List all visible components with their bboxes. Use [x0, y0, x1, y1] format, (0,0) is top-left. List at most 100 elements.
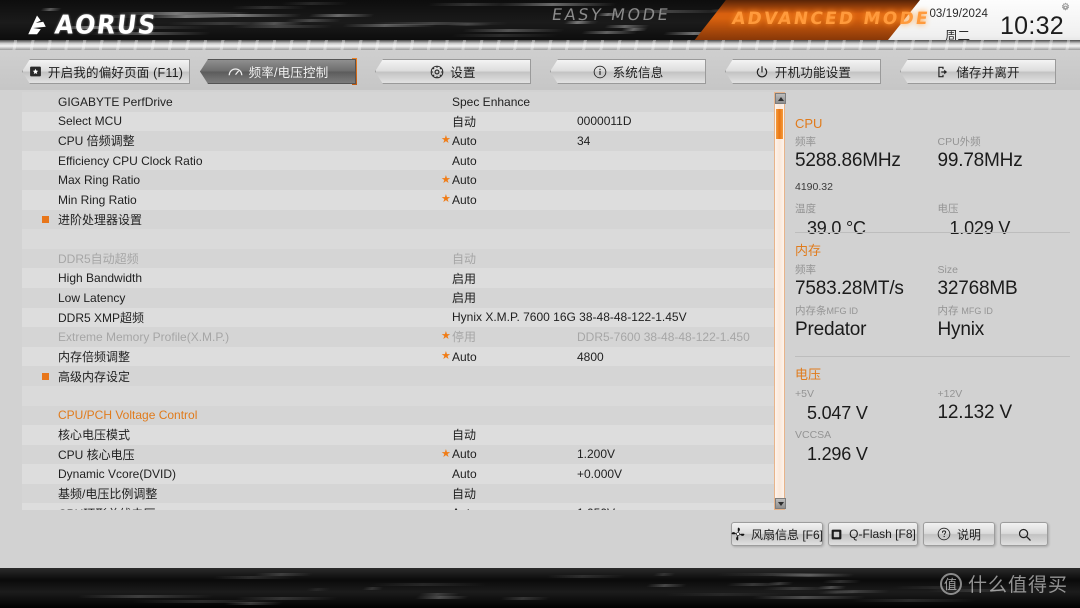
tab-save-exit[interactable]: 储存并离开 [900, 59, 1056, 84]
favorite-star-icon[interactable]: ★ [441, 135, 451, 146]
setting-value[interactable]: Auto [452, 193, 477, 207]
settings-row[interactable]: CPU 核心电压 ★ Auto 1.200V [22, 445, 784, 465]
setting-name: Low Latency [58, 291, 125, 305]
setting-value[interactable]: Auto [452, 350, 477, 364]
scrollbar-thumb[interactable] [776, 109, 783, 139]
setting-value[interactable]: Spec Enhance [452, 95, 530, 109]
setting-value[interactable]: 自动 [452, 250, 476, 267]
settings-row[interactable]: 高级内存设定 [22, 366, 784, 386]
favorite-star-icon[interactable]: ★ [441, 331, 451, 342]
settings-row[interactable]: DDR5 XMP超频 Hynix X.M.P. 7600 16G 38-48-48… [22, 308, 784, 328]
setting-value-detail: 1.200V [577, 447, 615, 461]
gear-icon[interactable] [1060, 2, 1071, 13]
setting-value[interactable]: Auto [452, 447, 477, 461]
aorus-logo: AORUS [24, 11, 157, 39]
tab-boot[interactable]: 开机功能设置 [725, 59, 881, 84]
falcon-icon [24, 13, 50, 38]
setting-value[interactable]: Auto [452, 467, 477, 481]
favorite-star-icon[interactable]: ★ [441, 175, 451, 186]
settings-row[interactable]: 进阶处理器设置 [22, 210, 784, 230]
voltage-5v-label: +5V [795, 387, 938, 401]
tab-settings[interactable]: 设置 [375, 59, 531, 84]
header-chrome-strip [0, 40, 1080, 50]
setting-value[interactable]: 启用 [452, 270, 476, 287]
setting-name: 进阶处理器设置 [58, 211, 142, 228]
setting-name: DDR5 XMP超频 [58, 309, 144, 326]
help-icon [937, 527, 951, 541]
settings-row[interactable]: DDR5自动超频 自动 [22, 249, 784, 269]
favorite-star-icon[interactable]: ★ [441, 449, 451, 460]
info-icon [593, 65, 607, 79]
easy-mode-button[interactable]: EASY MODE [550, 5, 671, 24]
settings-row[interactable]: Efficiency CPU Clock Ratio Auto [22, 151, 784, 171]
memory-frequency-value: 7583.28MT/s [795, 277, 938, 301]
setting-value[interactable]: 自动 [452, 426, 476, 443]
setting-name: Select MCU [58, 114, 122, 128]
tab-label: 开机功能设置 [775, 62, 851, 81]
setting-value[interactable]: Auto [452, 154, 477, 168]
bottom-button-q-flash[interactable]: Q-Flash [F8] [828, 522, 918, 546]
scroll-down-button[interactable] [775, 498, 786, 509]
settings-row[interactable]: 基频/电压比例调整 自动 [22, 484, 784, 504]
settings-row[interactable]: Extreme Memory Profile(X.M.P.) ★ 停用 DDR5-76… [22, 327, 784, 347]
setting-value[interactable]: 停用 [452, 328, 476, 345]
setting-name: CPU/PCH Voltage Control [58, 408, 197, 422]
favorite-star-icon[interactable]: ★ [441, 194, 451, 205]
favorite-star-icon[interactable]: ★ [441, 351, 451, 362]
cpu-temp-label: 温度 [795, 202, 938, 216]
tab-tweaker[interactable]: 频率/电压控制 [200, 59, 356, 84]
setting-name: GIGABYTE PerfDrive [58, 95, 173, 109]
settings-row[interactable]: Dynamic Vcore(DVID) Auto +0.000V [22, 464, 784, 484]
setting-value[interactable]: 自动 [452, 113, 476, 130]
memory-size-label: Size [938, 263, 1080, 277]
settings-row[interactable]: 核心电压模式 自动 [22, 425, 784, 445]
list-scrollbar[interactable] [774, 92, 785, 510]
setting-value[interactable]: Hynix X.M.P. 7600 16G 38-48-48-122-1.45V [452, 310, 687, 324]
tab-my-favorites[interactable]: 开启我的偏好页面 (F11) [22, 59, 190, 84]
memory-group-title: 内存 [795, 240, 1080, 259]
bottom-button-label: 风扇信息 [F6] [751, 526, 823, 543]
tab-label: 设置 [450, 62, 475, 81]
cpu-frequency-sub: 4190.32 [795, 181, 833, 193]
settings-row[interactable]: Min Ring Ratio ★ Auto [22, 190, 784, 210]
memory-frequency-label: 频率 [795, 263, 938, 277]
voltage-vccsa-value: 1.296 V [795, 442, 938, 466]
setting-name: CPU 核心电压 [58, 446, 135, 463]
star-page-icon [29, 65, 42, 78]
setting-value[interactable]: Auto [452, 173, 477, 187]
bottom-button-fan-info[interactable]: 风扇信息 [F6] [731, 522, 823, 546]
settings-row[interactable]: High Bandwidth 启用 [22, 268, 784, 288]
setting-value[interactable]: 自动 [452, 485, 476, 502]
tab-system-info[interactable]: 系统信息 [550, 59, 706, 84]
cpu-voltage-value: 1.029 V [938, 216, 1080, 240]
memory-dram-mfg-label-small: MFG ID [961, 306, 993, 316]
setting-value-detail: 0000011D [577, 114, 632, 128]
voltage-12v-block: +12V 12.132 V [938, 387, 1080, 425]
setting-value[interactable]: 启用 [452, 289, 476, 306]
memory-dram-mfg-block: 内存 MFG ID Hynix [938, 304, 1080, 342]
settings-row[interactable]: CPU 倍频调整 ★ Auto 34 [22, 131, 784, 151]
settings-row[interactable]: GIGABYTE PerfDrive Spec Enhance [22, 92, 784, 112]
setting-name: 核心电压模式 [58, 426, 130, 443]
setting-name: 高级内存设定 [58, 368, 130, 385]
tab-label: 开启我的偏好页面 (F11) [48, 62, 183, 81]
memory-dram-mfg-value: Hynix [938, 318, 1080, 342]
scroll-up-button[interactable] [775, 93, 786, 104]
settings-row[interactable]: Select MCU 自动 0000011D [22, 112, 784, 132]
settings-row[interactable]: Max Ring Ratio ★ Auto [22, 170, 784, 190]
memory-module-mfg-value: Predator [795, 318, 938, 342]
divider-memory-voltage [795, 356, 1070, 357]
bottom-button-search[interactable] [1000, 522, 1048, 546]
cpu-temp-block: 温度 39.0 °C [795, 202, 938, 240]
cpu-frequency-block: 频率 5288.86MHz 4190.32 [795, 135, 938, 199]
brand-text: AORUS [53, 10, 158, 40]
settings-row[interactable]: Low Latency 启用 [22, 288, 784, 308]
bottom-button-help[interactable]: 说明 [923, 522, 995, 546]
cpu-group-title: CPU [795, 116, 1080, 131]
power-icon [755, 65, 769, 79]
scrollbar-track[interactable] [775, 93, 784, 509]
cpu-frequency-main: 5288.86MHz [795, 150, 901, 171]
settings-row[interactable]: 内存倍频调整 ★ Auto 4800 [22, 347, 784, 367]
setting-value[interactable]: Auto [452, 134, 477, 148]
tab-label: 频率/电压控制 [249, 62, 329, 81]
